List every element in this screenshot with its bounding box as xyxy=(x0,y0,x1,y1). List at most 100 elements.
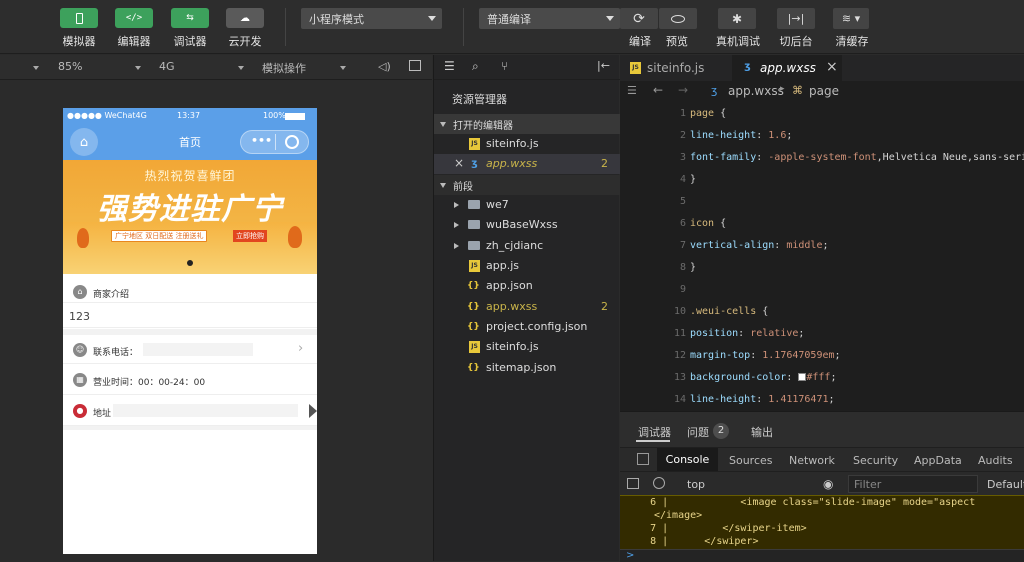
context-select[interactable]: top xyxy=(687,478,705,491)
zoom-select[interactable]: 85% xyxy=(58,60,82,73)
row-spacer xyxy=(63,329,317,335)
chevron-down-icon[interactable] xyxy=(340,66,346,70)
open-file-item-active[interactable]: × ʒ app.wxss 2 xyxy=(434,154,620,174)
mode-select[interactable]: 小程序模式 xyxy=(301,8,442,29)
remote-debug-button[interactable]: ✱ xyxy=(718,8,756,29)
folder-icon xyxy=(468,220,480,229)
banner-top-text: 热烈祝贺喜鲜团 xyxy=(144,169,236,183)
list-icon[interactable]: ☰ xyxy=(444,59,455,73)
eye-icon[interactable]: ◉ xyxy=(823,477,833,491)
close-mini-program-icon[interactable] xyxy=(285,135,299,149)
code-line[interactable]: 1 page { xyxy=(620,105,1024,127)
console-prompt[interactable]: > xyxy=(620,549,1024,562)
tab-network[interactable]: Network xyxy=(789,454,835,467)
collapse-panel-icon[interactable]: |← xyxy=(597,59,610,72)
breadcrumb-symbol[interactable]: page xyxy=(809,84,839,98)
more-icon[interactable]: ••• xyxy=(251,134,272,147)
level-select[interactable]: Default xyxy=(987,478,1024,491)
address-row[interactable]: ● 地址 xyxy=(63,396,317,426)
code-line[interactable]: 11 position: relative; xyxy=(620,325,1024,347)
project-header[interactable]: 前段 xyxy=(434,175,620,195)
tree-file[interactable]: {} app.wxss 2 xyxy=(434,297,620,317)
code-line[interactable]: 10 .weui-cells { xyxy=(620,303,1024,325)
chevron-down-icon[interactable] xyxy=(135,66,141,70)
code-line[interactable]: 7 vertical-align: middle; xyxy=(620,237,1024,259)
sidebar-toggle-icon[interactable] xyxy=(627,478,639,489)
json-file-icon: {} xyxy=(467,322,480,332)
back-arrow-icon[interactable]: ← xyxy=(653,83,663,97)
debugger-toggle-button[interactable]: ⇆ xyxy=(171,8,209,28)
code-text: line-height: 1.6; xyxy=(690,130,793,141)
cloud-icon: ☁ xyxy=(240,12,250,24)
forward-arrow-icon[interactable]: → xyxy=(678,83,688,97)
status-time: 13:37 xyxy=(177,111,201,120)
banner-cta-button[interactable]: 立即抢购 xyxy=(233,230,267,242)
cloud-dev-label: 云开发 xyxy=(228,35,262,48)
compile-select[interactable]: 普通编译 xyxy=(479,8,620,29)
code-line[interactable]: 5 xyxy=(620,193,1024,215)
list-icon[interactable]: ☰ xyxy=(627,84,637,97)
tab-problems[interactable]: 问题 xyxy=(687,424,709,440)
tree-file[interactable]: {} project.config.json xyxy=(434,317,620,337)
tree-folder[interactable]: we7 xyxy=(434,195,620,215)
cloud-dev-button[interactable]: ☁ xyxy=(226,8,264,28)
simulator-toggle-button[interactable] xyxy=(60,8,98,28)
preview-button[interactable] xyxy=(659,8,697,29)
tab-appdata[interactable]: AppData xyxy=(914,454,962,467)
chevron-down-icon[interactable] xyxy=(33,66,39,70)
simulate-select[interactable]: 模拟操作 xyxy=(262,60,306,76)
banner-tag: 注册送礼 xyxy=(175,232,204,240)
tab-sources[interactable]: Sources xyxy=(729,454,773,467)
close-icon[interactable]: × xyxy=(826,59,838,75)
code-line[interactable]: 3 font-family: -apple-system-font,Helvet… xyxy=(620,149,1024,171)
tree-folder[interactable]: wuBaseWxss xyxy=(434,215,620,235)
capsule-menu: ••• xyxy=(240,130,309,154)
redacted-address xyxy=(113,404,298,417)
code-line[interactable]: 2 line-height: 1.6; xyxy=(620,127,1024,149)
code-line[interactable]: 14 line-height: 1.41176471; xyxy=(620,391,1024,413)
code-line[interactable]: 6 icon { xyxy=(620,215,1024,237)
code-line[interactable]: 12 margin-top: 1.17647059em; xyxy=(620,347,1024,369)
window-icon[interactable] xyxy=(409,60,421,71)
network-select[interactable]: 4G xyxy=(159,60,175,73)
clear-cache-button[interactable]: ≋ ▾ xyxy=(833,8,869,29)
console-line: 7 | </swiper-item> xyxy=(620,523,807,534)
tree-file[interactable]: {} app.json xyxy=(434,276,620,296)
filter-input[interactable]: Filter xyxy=(848,475,978,493)
tree-file[interactable]: JS siteinfo.js xyxy=(434,337,620,357)
tree-file[interactable]: {} sitemap.json xyxy=(434,358,620,378)
phone-contact-row[interactable]: ☺ 联系电话： › xyxy=(63,336,317,364)
speaker-icon[interactable]: ◁) xyxy=(378,60,391,73)
inspect-icon[interactable] xyxy=(637,453,649,465)
promo-banner[interactable]: 热烈祝贺喜鲜团 强势进驻广宁 广宁地区 双日配送 注册送礼 立即抢购 xyxy=(63,160,317,274)
tab-audits[interactable]: Audits xyxy=(978,454,1013,467)
code-line[interactable]: 4} xyxy=(620,171,1024,193)
swiper-dot[interactable] xyxy=(187,260,193,266)
search-icon[interactable]: ⌕ xyxy=(472,59,479,74)
tab-output[interactable]: 输出 xyxy=(751,424,773,440)
background-button[interactable]: |→| xyxy=(777,8,815,29)
toolbar-divider xyxy=(463,8,464,46)
code-line[interactable]: 9 xyxy=(620,281,1024,303)
close-icon[interactable]: × xyxy=(454,156,464,170)
compile-button[interactable]: ⟳ xyxy=(620,8,658,29)
branch-icon[interactable]: ⑂ xyxy=(501,59,508,73)
json-file-icon: {} xyxy=(467,302,480,312)
code-line[interactable]: 8} xyxy=(620,259,1024,281)
tab-app-wxss[interactable]: ʒ app.wxss × xyxy=(732,55,842,81)
code-line[interactable]: 13 background-color: #fff; xyxy=(620,369,1024,391)
editor-toggle-button[interactable]: </> xyxy=(115,8,153,28)
tab-security[interactable]: Security xyxy=(853,454,898,467)
code-text: background-color: #fff; xyxy=(690,372,837,383)
tab-siteinfo[interactable]: JS siteinfo.js xyxy=(620,55,732,81)
open-editors-header[interactable]: 打开的编辑器 xyxy=(434,114,620,134)
tab-console[interactable]: Console xyxy=(657,448,718,472)
breadcrumb-file[interactable]: app.wxss xyxy=(728,84,784,98)
tree-file[interactable]: JS app.js xyxy=(434,256,620,276)
main-toolbar: 模拟器 </> 编辑器 ⇆ 调试器 ☁ 云开发 小程序模式 普通编译 ⟳ 编译 … xyxy=(0,0,1024,54)
tree-folder[interactable]: zh_cjdianc xyxy=(434,236,620,256)
clear-console-icon[interactable] xyxy=(653,477,665,489)
chevron-down-icon[interactable] xyxy=(238,66,244,70)
tab-debugger[interactable]: 调试器 xyxy=(638,424,671,440)
open-file-item[interactable]: JS siteinfo.js xyxy=(434,134,620,154)
